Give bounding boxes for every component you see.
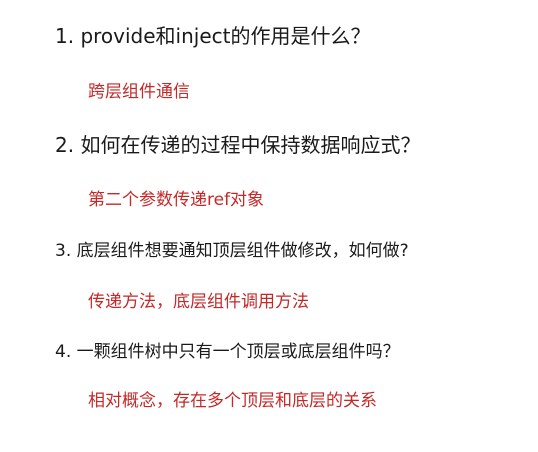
question-3: 3. 底层组件想要通知顶层组件做修改，如何做? xyxy=(55,241,409,261)
qa-list: 1. provide和inject的作用是什么？ 跨层组件通信 2. 如何在传递… xyxy=(0,0,538,452)
answer-4: 相对概念，存在多个顶层和底层的关系 xyxy=(88,391,377,411)
answer-3: 传递方法，底层组件调用方法 xyxy=(88,292,309,312)
question-4: 4. 一颗组件树中只有一个顶层或底层组件吗？ xyxy=(55,342,400,362)
answer-2: 第二个参数传递ref对象 xyxy=(88,190,265,210)
question-1: 1. provide和inject的作用是什么？ xyxy=(55,24,371,48)
question-2: 2. 如何在传递的过程中保持数据响应式？ xyxy=(55,133,421,157)
answer-1: 跨层组件通信 xyxy=(88,82,190,102)
